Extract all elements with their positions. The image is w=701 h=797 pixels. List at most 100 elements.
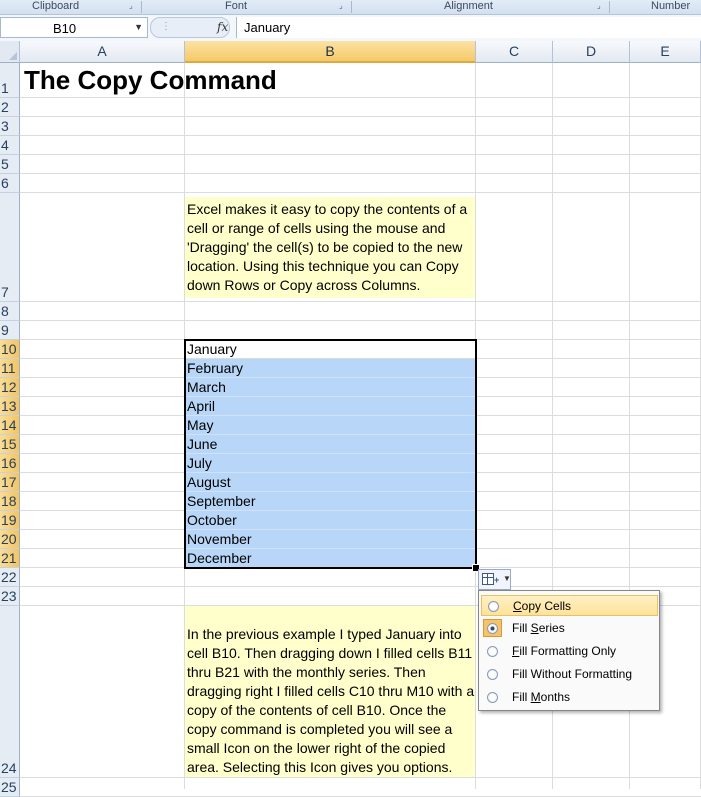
row-header-23[interactable]: 23 xyxy=(0,587,20,606)
row-header-22[interactable]: 22 xyxy=(0,568,20,587)
note-cell-b7[interactable]: Excel makes it easy to copy the contents… xyxy=(185,197,475,298)
chevron-down-icon[interactable]: ▼ xyxy=(134,22,143,32)
menu-item-fill-formatting-only[interactable]: Fill Formatting Only xyxy=(481,641,658,662)
auto-fill-options-button[interactable]: + ▼ xyxy=(478,569,511,590)
cell-b15[interactable]: June xyxy=(185,435,475,454)
menu-item-label: Fill Series xyxy=(512,621,565,635)
insert-function-button[interactable]: fx xyxy=(217,20,228,34)
menu-item-fill-without-formatting[interactable]: Fill Without Formatting xyxy=(481,664,658,685)
cell-b11[interactable]: February xyxy=(185,359,475,378)
auto-fill-options-menu: Copy Cells Fill Series Fill Formatting O… xyxy=(478,590,660,711)
menu-item-label: Copy Cells xyxy=(513,599,572,613)
row-number: 17 xyxy=(1,474,17,490)
row-number: 9 xyxy=(1,322,9,338)
alignment-dialog-launcher-icon[interactable]: ⌟ xyxy=(597,2,605,10)
row-number: 13 xyxy=(1,398,17,414)
gridline-row xyxy=(20,301,701,302)
row-number: 5 xyxy=(1,156,9,172)
menu-item-copy-cells[interactable]: Copy Cells xyxy=(481,595,658,616)
cell-b17[interactable]: August xyxy=(185,473,475,492)
row-header-20[interactable]: 20 xyxy=(0,530,20,549)
row-header-6[interactable]: 6 xyxy=(0,174,20,193)
gridline-row xyxy=(20,173,701,174)
cell-b16[interactable]: July xyxy=(185,454,475,473)
gridline-row xyxy=(20,154,701,155)
row-header-9[interactable]: 9 xyxy=(0,321,20,340)
gridline-row xyxy=(20,116,701,117)
row-header-24[interactable]: 24 xyxy=(0,606,20,778)
font-dialog-launcher-icon[interactable]: ⌟ xyxy=(339,2,347,10)
column-header-d[interactable]: D xyxy=(553,41,630,63)
row-header-16[interactable]: 16 xyxy=(0,454,20,473)
row-number: 4 xyxy=(1,137,9,153)
cell-b18[interactable]: September xyxy=(185,492,475,511)
cell-b20[interactable]: November xyxy=(185,530,475,549)
row-header-4[interactable]: 4 xyxy=(0,136,20,155)
row-header-13[interactable]: 13 xyxy=(0,397,20,416)
row-number: 6 xyxy=(1,175,9,191)
cell-b21[interactable]: December xyxy=(185,549,475,568)
row-header-11[interactable]: 11 xyxy=(0,359,20,378)
plus-icon: + xyxy=(494,575,500,585)
row-header-25[interactable]: 25 xyxy=(0,778,20,797)
resize-handle-icon[interactable]: ⋮ xyxy=(161,21,171,32)
row-header-2[interactable]: 2 xyxy=(0,98,20,117)
column-header-a[interactable]: A xyxy=(20,41,185,63)
note-cell-b24[interactable]: In the previous example I typed January … xyxy=(185,606,475,777)
row-number: 23 xyxy=(1,588,17,604)
gridline-row xyxy=(20,320,701,321)
column-header-b[interactable]: B xyxy=(185,41,476,63)
row-number: 3 xyxy=(1,118,9,134)
row-number: 24 xyxy=(1,760,17,776)
row-number: 12 xyxy=(1,379,17,395)
ribbon-group-separator xyxy=(351,1,352,13)
row-header-18[interactable]: 18 xyxy=(0,492,20,511)
column-header-e[interactable]: E xyxy=(630,41,701,63)
auto-fill-options-icon xyxy=(482,573,494,585)
ribbon-group-number: Number xyxy=(651,0,691,12)
radio-button-icon xyxy=(487,623,498,634)
row-header-21[interactable]: 21 xyxy=(0,549,20,568)
row-header-1[interactable]: 1 xyxy=(0,63,20,98)
gridline-row xyxy=(20,192,701,193)
gridline-row xyxy=(20,97,701,98)
row-header-8[interactable]: 8 xyxy=(0,302,20,321)
column-header-c[interactable]: C xyxy=(476,41,553,63)
row-header-19[interactable]: 19 xyxy=(0,511,20,530)
row-number: 14 xyxy=(1,417,17,433)
formula-input-value: January xyxy=(244,20,291,35)
radio-button-icon xyxy=(487,692,498,703)
chevron-down-icon: ▼ xyxy=(503,574,511,583)
cell-b14[interactable]: May xyxy=(185,416,475,435)
cell-b13[interactable]: April xyxy=(185,397,475,416)
radio-button-icon xyxy=(487,669,498,680)
row-header-7[interactable]: 7 xyxy=(0,193,20,302)
row-number: 25 xyxy=(1,779,17,795)
row-number: 19 xyxy=(1,512,17,528)
formula-input[interactable]: January xyxy=(236,17,701,38)
row-number: 16 xyxy=(1,455,17,471)
row-header-10[interactable]: 10 xyxy=(0,340,20,359)
row-header-15[interactable]: 15 xyxy=(0,435,20,454)
row-header-3[interactable]: 3 xyxy=(0,117,20,136)
gridline-row xyxy=(20,135,701,136)
cell-b12[interactable]: March xyxy=(185,378,475,397)
cell-b19[interactable]: October xyxy=(185,511,475,530)
menu-item-fill-series[interactable]: Fill Series xyxy=(481,618,658,639)
ribbon-group-separator xyxy=(141,1,142,13)
row-number: 10 xyxy=(1,341,17,357)
row-header-12[interactable]: 12 xyxy=(0,378,20,397)
name-box-value: B10 xyxy=(53,21,77,36)
cell-b10[interactable]: January xyxy=(185,340,475,359)
name-box[interactable]: B10 ▼ xyxy=(0,17,148,38)
row-number: 8 xyxy=(1,303,9,319)
select-all-corner[interactable] xyxy=(0,41,20,63)
row-header-5[interactable]: 5 xyxy=(0,155,20,174)
row-number: 15 xyxy=(1,436,17,452)
row-header-17[interactable]: 17 xyxy=(0,473,20,492)
row-header-14[interactable]: 14 xyxy=(0,416,20,435)
menu-item-fill-months[interactable]: Fill Months xyxy=(481,687,658,708)
row-number: 18 xyxy=(1,493,17,509)
clipboard-dialog-launcher-icon[interactable]: ⌟ xyxy=(129,2,137,10)
sheet-title[interactable]: The Copy Command xyxy=(24,64,277,96)
